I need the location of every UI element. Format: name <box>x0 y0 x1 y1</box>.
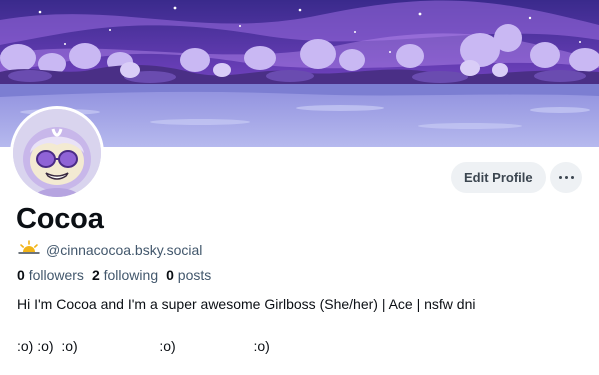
followers-label: followers <box>28 267 84 283</box>
profile-stats: 0 followers 2 following 0 posts <box>17 267 211 283</box>
more-options-button[interactable] <box>550 162 582 193</box>
posts-count: 0 <box>166 267 174 283</box>
followers-link[interactable]: 0 followers <box>17 267 84 283</box>
handle-row: @cinnacocoa.bsky.social <box>18 240 202 259</box>
following-label: following <box>103 267 159 283</box>
display-name: Cocoa <box>16 203 104 235</box>
followers-count: 0 <box>17 267 25 283</box>
sunrise-icon <box>18 240 40 259</box>
bio-line: Hi I'm Cocoa and I'm a super awesome Gir… <box>17 296 476 312</box>
avatar[interactable] <box>10 106 104 200</box>
posts-stat: 0 posts <box>166 267 211 283</box>
bio-line: :o) :o) :o) :o) :o) <box>17 338 270 354</box>
edit-profile-button[interactable]: Edit Profile <box>451 162 546 193</box>
more-horizontal-icon <box>558 176 574 179</box>
following-count: 2 <box>91 267 100 283</box>
posts-label: posts <box>177 267 212 283</box>
following-link[interactable]: 2 following <box>92 267 158 283</box>
handle-text: @cinnacocoa.bsky.social <box>46 241 203 258</box>
